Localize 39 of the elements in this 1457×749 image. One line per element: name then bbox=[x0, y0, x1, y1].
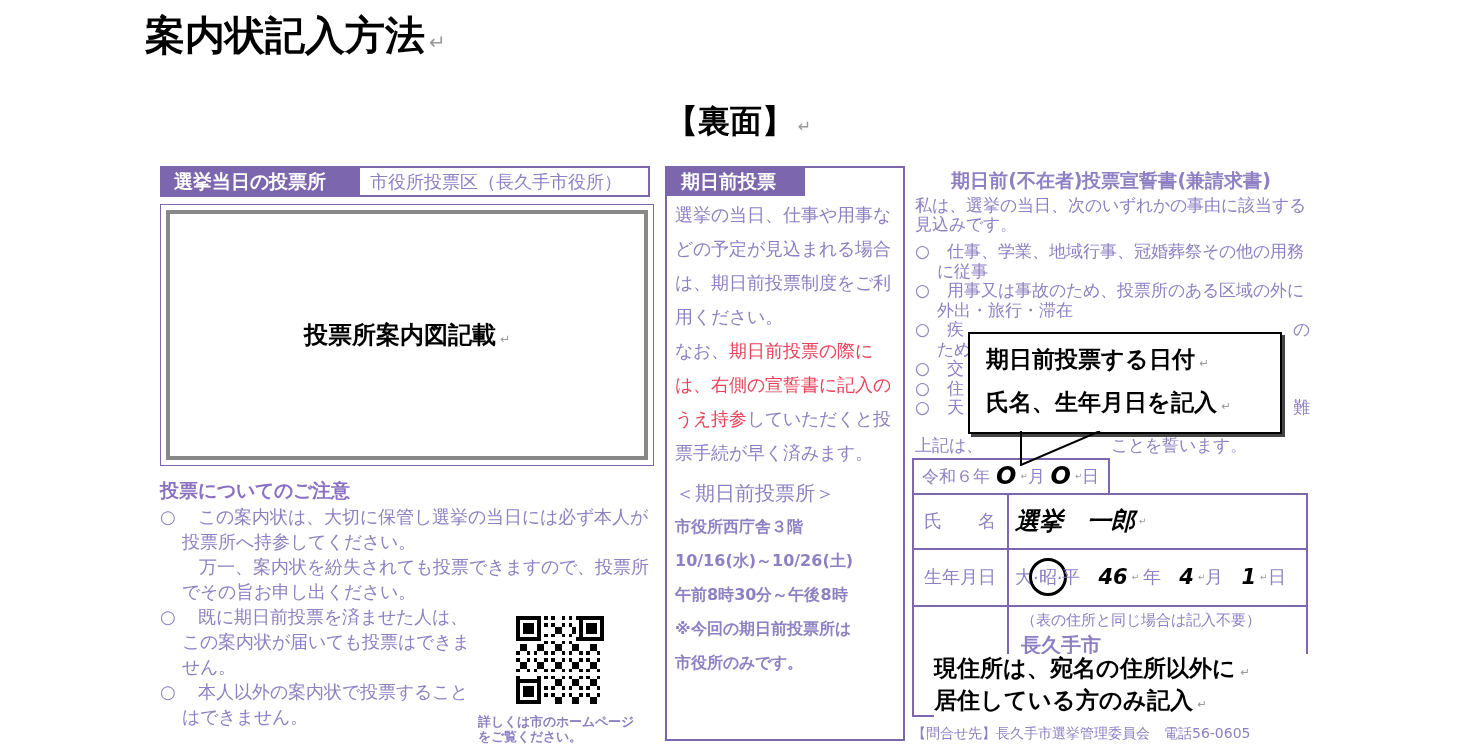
date-field: 令和６年 O ↵月 O ↵日 bbox=[912, 457, 1110, 493]
reason-item: ○ 疾 bbox=[915, 320, 964, 340]
note-item: ○ この案内状は、大切に保管し選挙の当日には必ず本人が投票所へ持参してください。 万一、案内状を紛失されても投票できますので、投票所でその旨お申し出ください。 bbox=[160, 505, 650, 604]
reason-item: ○ 仕事、学業、地域行事、冠婚葬祭その他の用務に従事 bbox=[915, 242, 1305, 281]
reason-item: ○ 交 bbox=[915, 359, 964, 379]
address-note: 現住所は、宛名の住所以外に ↵ 居住している方のみ記入 ↵ bbox=[934, 654, 1310, 718]
form-title: 期日前(不在者)投票宣誓書(兼請求書) bbox=[950, 168, 1272, 193]
address-value: 長久手市 bbox=[1021, 631, 1101, 657]
pledge-text: 上記は、 bbox=[915, 433, 983, 457]
map-label: 投票所案内図記載 ↵ bbox=[303, 320, 511, 351]
qr-caption: 詳しくは市のホームページをご覧ください。 bbox=[477, 714, 635, 744]
callout-box: 期日前投票する日付 ↵ 氏名、生年月日を記入 ↵ bbox=[968, 332, 1282, 434]
field-label: 氏 名 bbox=[914, 494, 1009, 550]
section-title: 【裏面】↵ bbox=[664, 101, 813, 142]
address-hint: （表の住所と同じ場合は記入不要） bbox=[1021, 610, 1261, 630]
early-voting-text: 選挙の当日、仕事や用事などの予定が見込まれる場合は、期日前投票制度をご利用ください。 なお、期日前投票の際には、右側の宣誓書に記入のうえ持参 していただくと投票手続が早く済みます。 bbox=[675, 204, 892, 465]
qr-code-icon bbox=[516, 616, 604, 704]
note-item: ○ 本人以外の案内状で投票することはできません。 bbox=[160, 680, 469, 729]
form-intro: 私は、選挙の当日、次のいずれかの事由に該当する見込みです。 bbox=[914, 196, 1307, 234]
field-label: 生年月日 bbox=[914, 549, 1009, 607]
note-item: ○ 既に期日前投票を済ませた人は、この案内状が届いても投票はできません。 bbox=[160, 605, 470, 679]
reason-fragment: の bbox=[1293, 320, 1310, 340]
place-detail: ※今回の期日前投票所は市役所のみです。 bbox=[675, 618, 852, 674]
reason-item: ○ 天 bbox=[915, 398, 964, 418]
name-field: 選挙 一郎 ↵ bbox=[1009, 494, 1306, 550]
reason-fragment: 難 bbox=[1293, 398, 1310, 418]
contact-info: 【問合せ先】長久手市選挙管理委員会 電話56-0605 bbox=[912, 724, 1252, 743]
section-heading: 選挙当日の投票所 bbox=[162, 168, 360, 195]
place-detail: 市役所西庁舎３階 bbox=[675, 516, 804, 538]
reason-item: ○ 用事又は事故のため、投票所のある区域の外に外出・旅行・滞在 bbox=[915, 281, 1305, 320]
pledge-text: ことを誓います。 bbox=[1111, 433, 1247, 457]
reason-item: ○ 住 bbox=[915, 378, 964, 398]
place-detail: 午前8時30分～午後8時 bbox=[675, 584, 849, 606]
section-heading: 期日前投票 bbox=[667, 168, 805, 196]
district-label: 市役所投票区（長久手市役所） bbox=[369, 169, 623, 194]
place-detail: 10/16(水)～10/26(土) bbox=[675, 550, 854, 572]
place-heading: ＜期日前投票所＞ bbox=[675, 480, 836, 507]
page-title: 案内状記入方法↵ bbox=[144, 11, 447, 60]
notes-heading: 投票についてのご注意 bbox=[160, 478, 351, 503]
